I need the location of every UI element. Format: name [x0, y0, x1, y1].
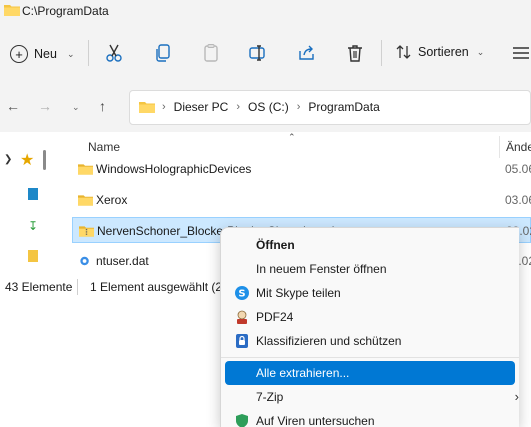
- window-title: C:\ProgramData: [22, 4, 109, 18]
- sort-button-label: Sortieren: [418, 45, 469, 59]
- folder-icon: [4, 5, 20, 16]
- new-button[interactable]: + Neu ⌄: [10, 42, 74, 66]
- folder-icon: [139, 102, 155, 113]
- forward-icon[interactable]: →: [38, 98, 52, 114]
- menu-item-label: 7-Zip: [256, 390, 284, 404]
- chevron-right-icon: ›: [296, 101, 301, 113]
- folder-icon[interactable]: [28, 250, 38, 262]
- desktop-icon[interactable]: [28, 188, 38, 200]
- menu-item-label: Auf Viren untersuchen: [256, 414, 375, 427]
- chevron-down-icon: ⌄: [476, 46, 485, 57]
- breadcrumb-programdata[interactable]: ProgramData: [308, 100, 379, 114]
- chevron-down-icon[interactable]: ❯: [4, 154, 12, 165]
- breadcrumb: › Dieser PC › OS (C:) › ProgramData: [162, 100, 380, 114]
- toolbar-divider: [381, 40, 382, 66]
- svg-text:S: S: [238, 289, 245, 300]
- file-name: Xerox: [96, 193, 128, 207]
- command-bar: + Neu ⌄ Sortieren ⌄: [0, 24, 531, 82]
- column-divider[interactable]: [499, 136, 500, 158]
- file-date: 03.06: [505, 193, 531, 207]
- chevron-right-icon: ›: [236, 101, 241, 113]
- chevron-right-icon: ›: [514, 389, 519, 404]
- file-name: ntuser.dat: [96, 254, 149, 268]
- up-icon[interactable]: ↑: [99, 98, 106, 114]
- selection-info: 1 Element ausgewählt (2,: [90, 280, 226, 294]
- skype-icon: S: [235, 286, 249, 300]
- plus-icon: +: [10, 45, 28, 63]
- sort-icon: [396, 45, 411, 59]
- menu-item-pdf24[interactable]: PDF24: [225, 305, 515, 329]
- zip-folder-icon: [79, 226, 94, 237]
- new-button-label: Neu: [34, 47, 57, 61]
- navigation-bar: ← → ⌄ ↑ › Dieser PC › OS (C:) › ProgramD…: [0, 82, 531, 132]
- breadcrumb-drive[interactable]: OS (C:): [248, 100, 289, 114]
- list-item[interactable]: Xerox 03.06: [72, 187, 531, 213]
- shield-icon: [236, 414, 248, 427]
- column-header-name[interactable]: Name: [88, 140, 120, 154]
- title-bar: C:\ProgramData: [0, 0, 531, 24]
- selection-indicator: [43, 150, 46, 170]
- column-header-date[interactable]: Ände: [506, 140, 531, 154]
- quick-access-star-icon[interactable]: ★: [20, 150, 34, 170]
- pdf24-icon: [237, 310, 247, 324]
- menu-item-skype-share[interactable]: S Mit Skype teilen: [225, 281, 515, 305]
- menu-item-label: Alle extrahieren...: [256, 366, 350, 380]
- menu-item-classify-protect[interactable]: Klassifizieren und schützen: [225, 329, 515, 353]
- menu-item-label: In neuem Fenster öffnen: [256, 262, 387, 276]
- system-file-icon: [80, 256, 89, 266]
- chevron-right-icon: ›: [162, 101, 166, 113]
- lock-icon: [236, 334, 248, 348]
- chevron-down-icon: ⌄: [66, 48, 75, 59]
- view-icon[interactable]: [512, 46, 530, 60]
- menu-item-7zip[interactable]: 7-Zip ›: [225, 385, 519, 409]
- address-bar[interactable]: › Dieser PC › OS (C:) › ProgramData: [129, 90, 531, 125]
- rename-icon[interactable]: [248, 43, 268, 63]
- menu-item-label: Öffnen: [256, 238, 295, 252]
- folder-icon: [78, 195, 93, 206]
- delete-icon[interactable]: [345, 43, 365, 63]
- recent-chevron-icon[interactable]: ⌄: [72, 102, 80, 113]
- file-name: WindowsHolographicDevices: [96, 162, 252, 176]
- navigation-pane: ❯ ★ ↧: [0, 132, 55, 277]
- context-menu: Öffnen In neuem Fenster öffnen S Mit Sky…: [220, 227, 519, 427]
- menu-item-open-new-window[interactable]: In neuem Fenster öffnen: [225, 257, 515, 281]
- toolbar-divider: [88, 40, 89, 66]
- sort-button[interactable]: Sortieren ⌄: [396, 44, 484, 60]
- menu-item-label: Mit Skype teilen: [256, 286, 341, 300]
- paste-icon[interactable]: [201, 43, 221, 63]
- item-count: 43 Elemente: [5, 280, 73, 294]
- list-item[interactable]: WindowsHolographicDevices 05.06: [72, 156, 531, 182]
- menu-item-open[interactable]: Öffnen: [225, 233, 515, 257]
- menu-item-label: Klassifizieren und schützen: [256, 334, 402, 348]
- status-divider: [77, 279, 78, 295]
- back-icon[interactable]: ←: [6, 98, 20, 114]
- menu-item-virus-scan[interactable]: Auf Viren untersuchen: [225, 409, 515, 427]
- folder-icon: [78, 164, 93, 175]
- sort-caret-icon: ⌃: [288, 132, 296, 142]
- menu-separator: [221, 357, 519, 358]
- downloads-icon[interactable]: ↧: [28, 220, 38, 232]
- share-icon[interactable]: [297, 43, 317, 63]
- cut-icon[interactable]: [104, 43, 124, 63]
- file-date: 05.06: [505, 162, 531, 176]
- menu-item-label: PDF24: [256, 310, 294, 324]
- menu-item-extract-all[interactable]: Alle extrahieren...: [225, 361, 515, 385]
- breadcrumb-this-pc[interactable]: Dieser PC: [174, 100, 229, 114]
- copy-icon[interactable]: [153, 43, 173, 63]
